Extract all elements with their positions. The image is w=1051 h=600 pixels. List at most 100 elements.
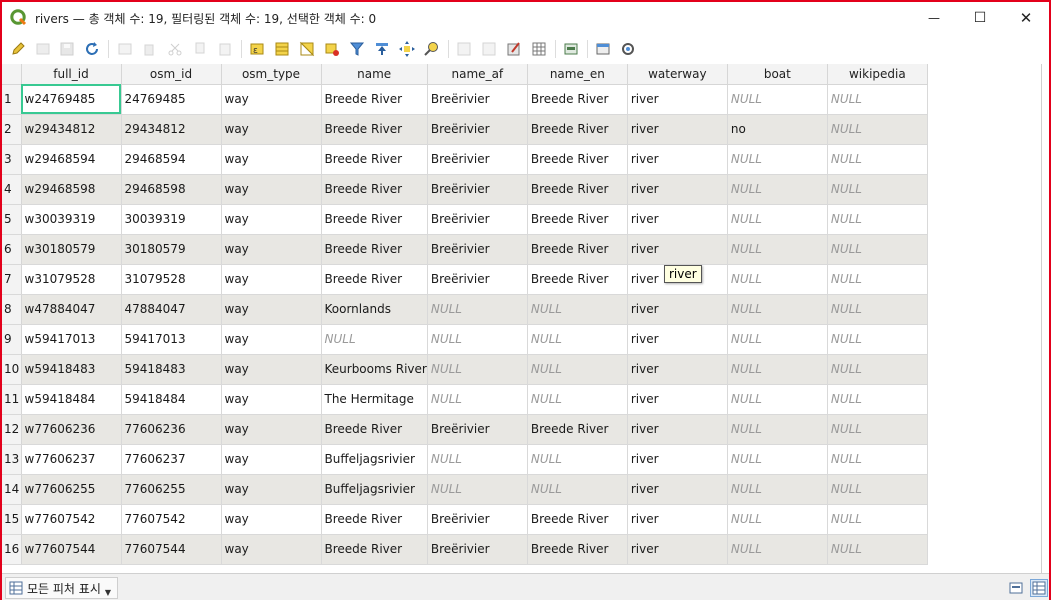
- cell-waterway[interactable]: river: [627, 174, 728, 205]
- cell-name[interactable]: Buffeljagsrivier: [321, 444, 428, 475]
- cell-wikipedia[interactable]: NULL: [827, 384, 928, 415]
- maximize-button[interactable]: ☐: [957, 2, 1003, 34]
- row-number[interactable]: 5: [2, 204, 22, 235]
- cell-name[interactable]: Breede River: [321, 234, 428, 265]
- cell-waterway[interactable]: river: [627, 414, 728, 445]
- cell-full-id[interactable]: w59418483: [21, 354, 122, 385]
- cell-name[interactable]: Breede River: [321, 204, 428, 235]
- cell-osm-type[interactable]: way: [221, 264, 322, 295]
- cell-name-af[interactable]: NULL: [427, 354, 528, 385]
- filter-select-button[interactable]: [347, 39, 367, 59]
- cell-waterway[interactable]: river: [627, 144, 728, 175]
- cell-name-af[interactable]: Breërivier: [427, 534, 528, 565]
- cell-osm-id[interactable]: 24769485: [121, 84, 222, 115]
- cell-name-en[interactable]: Breede River: [527, 414, 628, 445]
- cell-boat[interactable]: NULL: [727, 504, 828, 535]
- cell-waterway[interactable]: river: [627, 204, 728, 235]
- column-header-name-af[interactable]: name_af: [427, 64, 528, 85]
- cell-waterway[interactable]: river: [627, 474, 728, 505]
- cell-osm-type[interactable]: way: [221, 324, 322, 355]
- cell-name[interactable]: NULL: [321, 324, 428, 355]
- row-number[interactable]: 2: [2, 114, 22, 145]
- row-number[interactable]: 11: [2, 384, 22, 415]
- cell-boat[interactable]: NULL: [727, 384, 828, 415]
- cell-name-en[interactable]: NULL: [527, 384, 628, 415]
- cell-name-en[interactable]: Breede River: [527, 84, 628, 115]
- cell-full-id[interactable]: w29434812: [21, 114, 122, 145]
- cell-osm-id[interactable]: 77606255: [121, 474, 222, 505]
- close-button[interactable]: ✕: [1003, 2, 1049, 34]
- row-number[interactable]: 10: [2, 354, 22, 385]
- cell-name[interactable]: Breede River: [321, 414, 428, 445]
- table-row[interactable]: 12 w77606236 77606236 way Breede River Breëri…: [2, 414, 928, 445]
- cell-wikipedia[interactable]: NULL: [827, 144, 928, 175]
- cell-name-en[interactable]: NULL: [527, 294, 628, 325]
- cell-osm-id[interactable]: 59418483: [121, 354, 222, 385]
- cell-osm-type[interactable]: way: [221, 534, 322, 565]
- cell-name[interactable]: Koornlands: [321, 294, 428, 325]
- cell-osm-type[interactable]: way: [221, 354, 322, 385]
- cell-wikipedia[interactable]: NULL: [827, 354, 928, 385]
- delete-feature-button[interactable]: [139, 39, 159, 59]
- cell-name-af[interactable]: NULL: [427, 444, 528, 475]
- column-header-waterway[interactable]: waterway: [627, 64, 728, 85]
- cell-name-en[interactable]: NULL: [527, 444, 628, 475]
- cell-waterway[interactable]: river: [627, 324, 728, 355]
- cell-boat[interactable]: NULL: [727, 234, 828, 265]
- cell-osm-type[interactable]: way: [221, 204, 322, 235]
- table-row[interactable]: 1 w24769485 24769485 way Breede River Breëriv…: [2, 84, 928, 115]
- cell-name-af[interactable]: NULL: [427, 294, 528, 325]
- column-header-osm-type[interactable]: osm_type: [221, 64, 322, 85]
- cell-wikipedia[interactable]: NULL: [827, 204, 928, 235]
- cell-osm-type[interactable]: way: [221, 114, 322, 145]
- row-number[interactable]: 14: [2, 474, 22, 505]
- cell-full-id[interactable]: w77606255: [21, 474, 122, 505]
- cell-name-af[interactable]: Breërivier: [427, 504, 528, 535]
- cell-full-id[interactable]: w59418484: [21, 384, 122, 415]
- cell-full-id[interactable]: w77607544: [21, 534, 122, 565]
- cell-waterway[interactable]: river: [627, 534, 728, 565]
- cell-boat[interactable]: no: [727, 114, 828, 145]
- toggle-editing-button[interactable]: [8, 39, 28, 59]
- cell-osm-id[interactable]: 30180579: [121, 234, 222, 265]
- deselect-button[interactable]: [322, 39, 342, 59]
- new-field-button[interactable]: [454, 39, 474, 59]
- cell-full-id[interactable]: w77606237: [21, 444, 122, 475]
- cell-osm-type[interactable]: way: [221, 474, 322, 505]
- cell-name[interactable]: The Hermitage: [321, 384, 428, 415]
- cell-boat[interactable]: NULL: [727, 84, 828, 115]
- attribute-table[interactable]: full_id osm_id osm_type name name_af name_en w…: [2, 64, 1042, 573]
- cell-name[interactable]: Breede River: [321, 114, 428, 145]
- cell-name[interactable]: Buffeljagsrivier: [321, 474, 428, 505]
- table-row[interactable]: 2 w29434812 29434812 way Breede River Breëriv…: [2, 114, 928, 145]
- cell-osm-id[interactable]: 77606237: [121, 444, 222, 475]
- cell-name-af[interactable]: NULL: [427, 324, 528, 355]
- cell-full-id[interactable]: w30180579: [21, 234, 122, 265]
- form-view-button[interactable]: [618, 39, 638, 59]
- row-number[interactable]: 12: [2, 414, 22, 445]
- cell-osm-id[interactable]: 30039319: [121, 204, 222, 235]
- table-row[interactable]: 3 w29468594 29468594 way Breede River Breëriv…: [2, 144, 928, 175]
- table-row[interactable]: 7 w31079528 31079528 way Breede River Breëriv…: [2, 264, 928, 295]
- cut-button[interactable]: [165, 39, 185, 59]
- cell-wikipedia[interactable]: NULL: [827, 84, 928, 115]
- cell-name-af[interactable]: Breërivier: [427, 114, 528, 145]
- row-number[interactable]: 9: [2, 324, 22, 355]
- table-row[interactable]: 14 w77606255 77606255 way Buffeljagsrivier NU…: [2, 474, 928, 505]
- cell-full-id[interactable]: w29468594: [21, 144, 122, 175]
- cell-boat[interactable]: NULL: [727, 474, 828, 505]
- table-row[interactable]: 16 w77607544 77607544 way Breede River Breëri…: [2, 534, 928, 565]
- save-edits-button[interactable]: [57, 39, 77, 59]
- row-number[interactable]: 7: [2, 264, 22, 295]
- cell-osm-id[interactable]: 77607542: [121, 504, 222, 535]
- cell-name-en[interactable]: Breede River: [527, 174, 628, 205]
- form-view-toggle[interactable]: [1007, 579, 1025, 597]
- cell-wikipedia[interactable]: NULL: [827, 174, 928, 205]
- cell-name-en[interactable]: NULL: [527, 324, 628, 355]
- cell-osm-type[interactable]: way: [221, 234, 322, 265]
- table-row[interactable]: 9 w59417013 59417013 way NULL NULL NULL river NU…: [2, 324, 928, 355]
- cell-osm-id[interactable]: 47884047: [121, 294, 222, 325]
- delete-field-button[interactable]: [479, 39, 499, 59]
- cell-full-id[interactable]: w24769485: [21, 84, 122, 115]
- minimize-button[interactable]: —: [911, 2, 957, 34]
